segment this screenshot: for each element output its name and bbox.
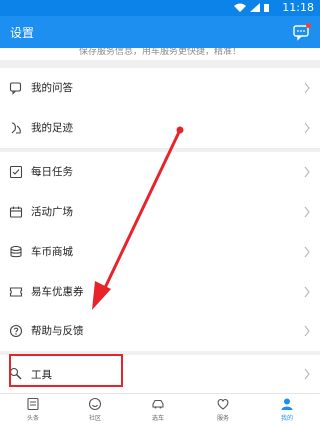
tab-label: 社区 [88, 415, 101, 422]
heart-shield-icon [217, 398, 229, 410]
menu-item-help-feedback[interactable]: 帮助与反馈 [0, 311, 320, 352]
tab-mine[interactable]: 我的 [267, 397, 307, 427]
status-bar: 11:18 [0, 0, 320, 16]
tab-community[interactable]: 社区 [75, 397, 115, 427]
smile-bubble-icon [88, 397, 102, 411]
menu-item-event-square[interactable]: 活动广场 [0, 192, 320, 233]
chevron-right-icon [304, 82, 310, 94]
tab-label: 头条 [26, 415, 39, 422]
app-bar: 设置 [0, 16, 320, 48]
bottom-tab-bar: 头条 社区 选车 服务 我的 [0, 393, 320, 428]
menu-label: 车币商城 [31, 246, 73, 258]
menu-label: 每日任务 [31, 166, 73, 178]
tab-service[interactable]: 服务 [203, 397, 243, 427]
help-circle-icon [9, 324, 23, 338]
chevron-right-icon [304, 166, 310, 178]
wifi-icon [234, 3, 269, 12]
question-chat-icon [9, 82, 22, 95]
calendar-icon [9, 206, 23, 218]
checkbox-task-icon [9, 165, 23, 179]
tab-label: 服务 [216, 415, 229, 422]
notice-text: 保存服务信息，用车服务更快捷，精准！ [0, 48, 320, 60]
chevron-right-icon [304, 325, 310, 337]
newspaper-icon [27, 397, 39, 411]
chevron-right-icon [304, 368, 310, 380]
chevron-right-icon [304, 206, 310, 218]
chevron-right-icon [304, 286, 310, 298]
car-icon [152, 399, 164, 409]
person-icon [281, 398, 293, 410]
coupon-icon [9, 287, 23, 297]
menu-item-coupons[interactable]: 易车优惠券 [0, 272, 320, 313]
menu-label: 我的足迹 [31, 122, 73, 134]
menu-item-coin-mall[interactable]: 车币商城 [0, 232, 320, 273]
tab-headlines[interactable]: 头条 [13, 397, 53, 427]
tab-label: 我的 [280, 415, 293, 422]
menu-label: 帮助与反馈 [31, 325, 84, 337]
status-time: 11:18 [282, 1, 314, 14]
tab-car-select[interactable]: 选车 [138, 397, 178, 427]
chat-bubble-icon[interactable] [292, 22, 312, 42]
coin-stack-icon [10, 245, 22, 258]
menu-label: 我的问答 [31, 82, 73, 94]
tab-label: 选车 [151, 415, 164, 422]
menu-item-daily-tasks[interactable]: 每日任务 [0, 152, 320, 193]
footprint-icon [11, 122, 21, 134]
chevron-right-icon [304, 246, 310, 258]
chevron-right-icon [304, 122, 310, 134]
menu-item-my-questions[interactable]: 我的问答 [0, 68, 320, 109]
annotation-highlight-box [9, 354, 123, 387]
page-title: 设置 [10, 26, 35, 40]
menu-item-my-footprint[interactable]: 我的足迹 [0, 108, 320, 149]
menu-label: 活动广场 [31, 206, 73, 218]
menu-label: 易车优惠券 [31, 286, 84, 298]
section-divider [0, 60, 320, 68]
